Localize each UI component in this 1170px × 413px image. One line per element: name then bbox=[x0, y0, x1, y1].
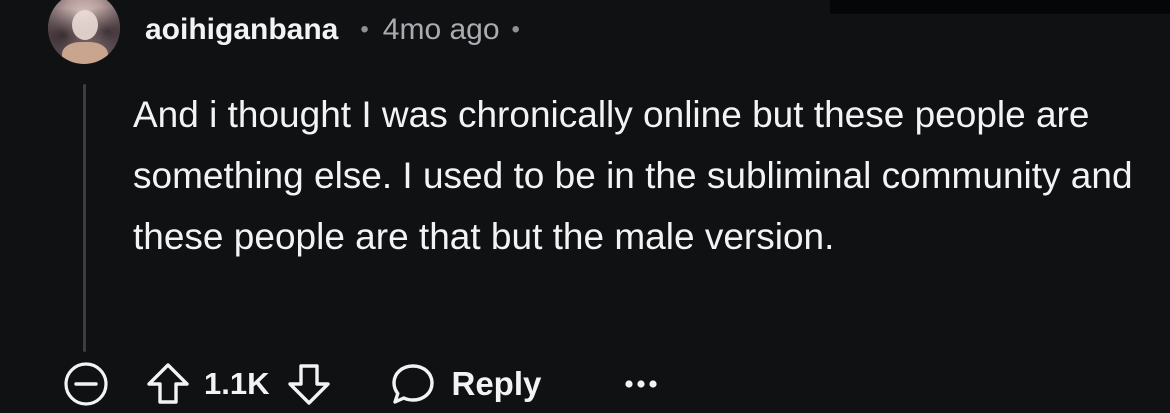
meta-separator: • bbox=[360, 16, 369, 43]
avatar-shirt bbox=[62, 42, 108, 64]
meta-separator-trailing: • bbox=[511, 16, 520, 43]
vote-score: 1.1K bbox=[204, 366, 270, 401]
arrow-down-outline-icon[interactable] bbox=[283, 358, 335, 410]
avatar-face bbox=[72, 10, 98, 40]
thread-line[interactable] bbox=[83, 84, 86, 352]
arrow-up-outline-icon[interactable] bbox=[142, 358, 194, 410]
avatar[interactable] bbox=[48, 0, 120, 64]
comment-meta: aoihiganbana • 4mo ago • bbox=[145, 10, 520, 50]
ellipsis-icon[interactable] bbox=[621, 358, 661, 410]
reply-button[interactable]: Reply bbox=[389, 358, 541, 410]
minus-circle-icon[interactable] bbox=[60, 358, 112, 410]
speech-bubble-icon bbox=[389, 360, 437, 408]
timestamp: 4mo ago bbox=[382, 13, 500, 46]
comment-actions: 1.1K Reply bbox=[60, 356, 661, 412]
comment-body: And i thought I was chronically online b… bbox=[133, 94, 1133, 257]
username[interactable]: aoihiganbana bbox=[145, 13, 338, 47]
comment: aoihiganbana • 4mo ago • And i thought I… bbox=[0, 0, 1170, 413]
reply-label: Reply bbox=[451, 365, 542, 402]
